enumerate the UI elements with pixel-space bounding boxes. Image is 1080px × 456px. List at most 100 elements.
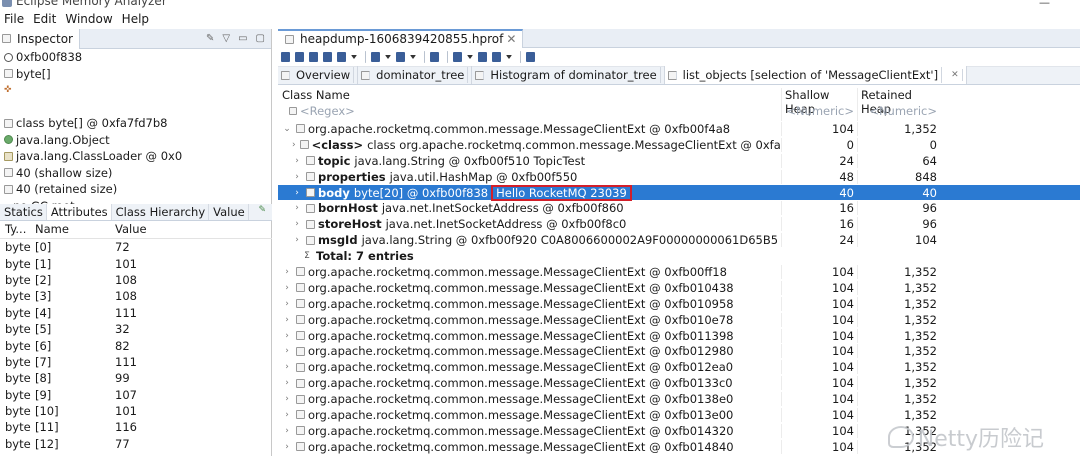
group-icon[interactable] (453, 52, 462, 62)
tab-histogram[interactable]: Histogram of dominator_tree (472, 66, 665, 84)
table-row[interactable]: › org.apache.rocketmq.common.message.Mess… (278, 359, 1080, 375)
col-type[interactable]: Ty... (0, 222, 31, 238)
close-icon[interactable]: ✕ (506, 32, 516, 46)
tab-list-objects[interactable]: list_objects [selection of 'MessageClien… (664, 66, 967, 84)
table-row-field[interactable]: › storeHost java.net.InetSocketAddress @ 0… (278, 216, 1080, 232)
shallow-filter[interactable]: <Numeric> (781, 104, 857, 121)
compare-icon[interactable] (526, 52, 535, 62)
oql-icon[interactable] (323, 52, 332, 62)
table-row[interactable]: › org.apache.rocketmq.common.message.Mess… (278, 343, 1080, 359)
chevron-right-icon[interactable]: › (282, 299, 292, 309)
attribute-row[interactable]: byte [5] 32 (0, 321, 272, 337)
tab-attributes[interactable]: Attributes (46, 204, 112, 220)
table-row[interactable]: › org.apache.rocketmq.common.message.Mess… (278, 264, 1080, 280)
attribute-row[interactable]: byte [9] 107 (0, 387, 272, 403)
table-row-body-selected[interactable]: › body byte[20] @ 0xfb00f838 Hello RocketMQ… (278, 184, 1080, 201)
pin-tab-icon[interactable]: ✎ (254, 204, 272, 220)
tab-class-hierarchy[interactable]: Class Hierarchy (112, 204, 210, 220)
menu-file[interactable]: File (0, 10, 29, 28)
col-name[interactable]: Name (31, 222, 115, 238)
search-icon[interactable] (430, 52, 439, 62)
regex-filter[interactable]: <Regex> (278, 104, 781, 121)
col-shallow-heap[interactable]: Shallow Heap (781, 88, 857, 116)
col-class-name[interactable]: Class Name (278, 88, 781, 104)
col-value[interactable]: Value (115, 222, 147, 238)
chevron-down-icon[interactable] (351, 54, 357, 60)
histogram-icon[interactable] (295, 52, 304, 62)
chevron-right-icon[interactable]: › (292, 188, 302, 198)
attribute-row[interactable]: byte [0] 72 (0, 239, 272, 255)
chevron-right-icon[interactable]: › (282, 378, 292, 388)
attribute-row[interactable]: byte [1] 101 (0, 255, 272, 271)
chevron-down-icon[interactable] (506, 54, 512, 60)
attribute-row[interactable]: byte [10] 101 (0, 403, 272, 419)
chevron-right-icon[interactable]: › (282, 331, 292, 341)
table-row-root[interactable]: ⌄ org.apache.rocketmq.common.message.Mess… (278, 121, 1080, 137)
chevron-down-icon[interactable] (385, 54, 391, 60)
retained-filter[interactable]: <Numeric> (857, 104, 940, 121)
info-icon[interactable] (281, 52, 290, 62)
inspector-class[interactable]: class byte[] @ 0xfa7fd7b8 (0, 115, 271, 132)
table-row[interactable]: › org.apache.rocketmq.common.message.Mess… (278, 391, 1080, 407)
inspector-superclass[interactable]: java.lang.Object (0, 132, 271, 149)
attribute-row[interactable]: byte [4] 111 (0, 305, 272, 321)
menu-help[interactable]: Help (118, 10, 154, 28)
attribute-row[interactable]: byte [11] 116 (0, 419, 272, 435)
table-row-field[interactable]: › topic java.lang.String @ 0xfb00f510 Topi… (278, 153, 1080, 169)
table-row[interactable]: › org.apache.rocketmq.common.message.Mess… (278, 312, 1080, 328)
chevron-right-icon[interactable]: › (282, 267, 292, 277)
chevron-right-icon[interactable]: › (292, 203, 302, 213)
table-row-field[interactable]: › properties java.util.HashMap @ 0xfb00f55… (278, 169, 1080, 185)
tab-overview[interactable]: Overview (278, 66, 359, 84)
table-row-field[interactable]: › <class> class org.apache.rocketmq.common… (278, 137, 1080, 153)
chevron-right-icon[interactable]: › (282, 346, 292, 356)
chevron-right-icon[interactable]: › (292, 172, 302, 182)
window-controls[interactable]: — (1039, 0, 1068, 9)
chevron-right-icon[interactable]: › (282, 442, 292, 452)
chevron-right-icon[interactable]: › (282, 426, 292, 436)
table-row[interactable]: › org.apache.rocketmq.common.message.Mess… (278, 280, 1080, 296)
calculate-icon[interactable] (478, 52, 487, 62)
attribute-row[interactable]: byte [3] 108 (0, 288, 272, 304)
table-row[interactable]: › org.apache.rocketmq.common.message.Mess… (278, 328, 1080, 344)
menu-icon[interactable]: ▽ (222, 33, 230, 44)
table-row-field[interactable]: › bornHost java.net.InetSocketAddress @ 0x… (278, 200, 1080, 216)
chevron-right-icon[interactable]: › (282, 315, 292, 325)
reports-icon[interactable] (371, 52, 380, 62)
col-retained-heap[interactable]: Retained Heap (857, 88, 940, 116)
inspector-tab[interactable]: Inspector (0, 28, 80, 49)
menu-edit[interactable]: Edit (29, 10, 61, 28)
menu-window[interactable]: Window (61, 10, 117, 28)
table-row[interactable]: › org.apache.rocketmq.common.message.Mess… (278, 296, 1080, 312)
chevron-down-icon[interactable]: ⌄ (282, 124, 292, 134)
chevron-right-icon[interactable]: › (282, 410, 292, 420)
chevron-right-icon[interactable]: › (292, 140, 296, 150)
attribute-row[interactable]: byte [6] 82 (0, 337, 272, 353)
table-row[interactable]: › org.apache.rocketmq.common.message.Mess… (278, 375, 1080, 391)
maximize-icon[interactable]: ▢ (256, 33, 265, 44)
table-row-field[interactable]: › msgId java.lang.String @ 0xfb00f920 C0A8… (278, 232, 1080, 248)
chevron-right-icon[interactable]: › (292, 235, 302, 245)
chevron-right-icon[interactable]: › (282, 283, 292, 293)
minimize-icon[interactable]: ▭ (238, 33, 247, 44)
tab-dominator-tree[interactable]: dominator_tree (358, 66, 473, 84)
tab-value[interactable]: Value (209, 204, 249, 220)
inspector-classloader[interactable]: java.lang.ClassLoader @ 0x0 (0, 148, 271, 165)
dominator-icon[interactable] (309, 52, 318, 62)
attribute-row[interactable]: byte [12] 77 (0, 436, 272, 452)
threads-icon[interactable] (337, 52, 346, 62)
heapdump-tab[interactable]: heapdump-1606839420855.hprof ✕ (278, 28, 524, 48)
attribute-row[interactable]: byte [2] 108 (0, 272, 272, 288)
tab-statics[interactable]: Statics (0, 204, 47, 220)
chevron-down-icon[interactable] (410, 54, 416, 60)
chevron-right-icon[interactable]: › (292, 219, 302, 229)
chevron-right-icon[interactable]: › (282, 394, 292, 404)
pin-icon[interactable]: ✎ (206, 33, 214, 44)
attribute-row[interactable]: byte [8] 99 (0, 370, 272, 386)
export-icon[interactable] (492, 52, 501, 62)
table-row-total[interactable]: Σ Total: 7 entries (278, 248, 1080, 264)
chevron-right-icon[interactable]: › (292, 156, 302, 166)
close-icon[interactable]: ✕ (948, 69, 963, 81)
chevron-down-icon[interactable] (467, 54, 473, 60)
chevron-right-icon[interactable]: › (282, 362, 292, 372)
